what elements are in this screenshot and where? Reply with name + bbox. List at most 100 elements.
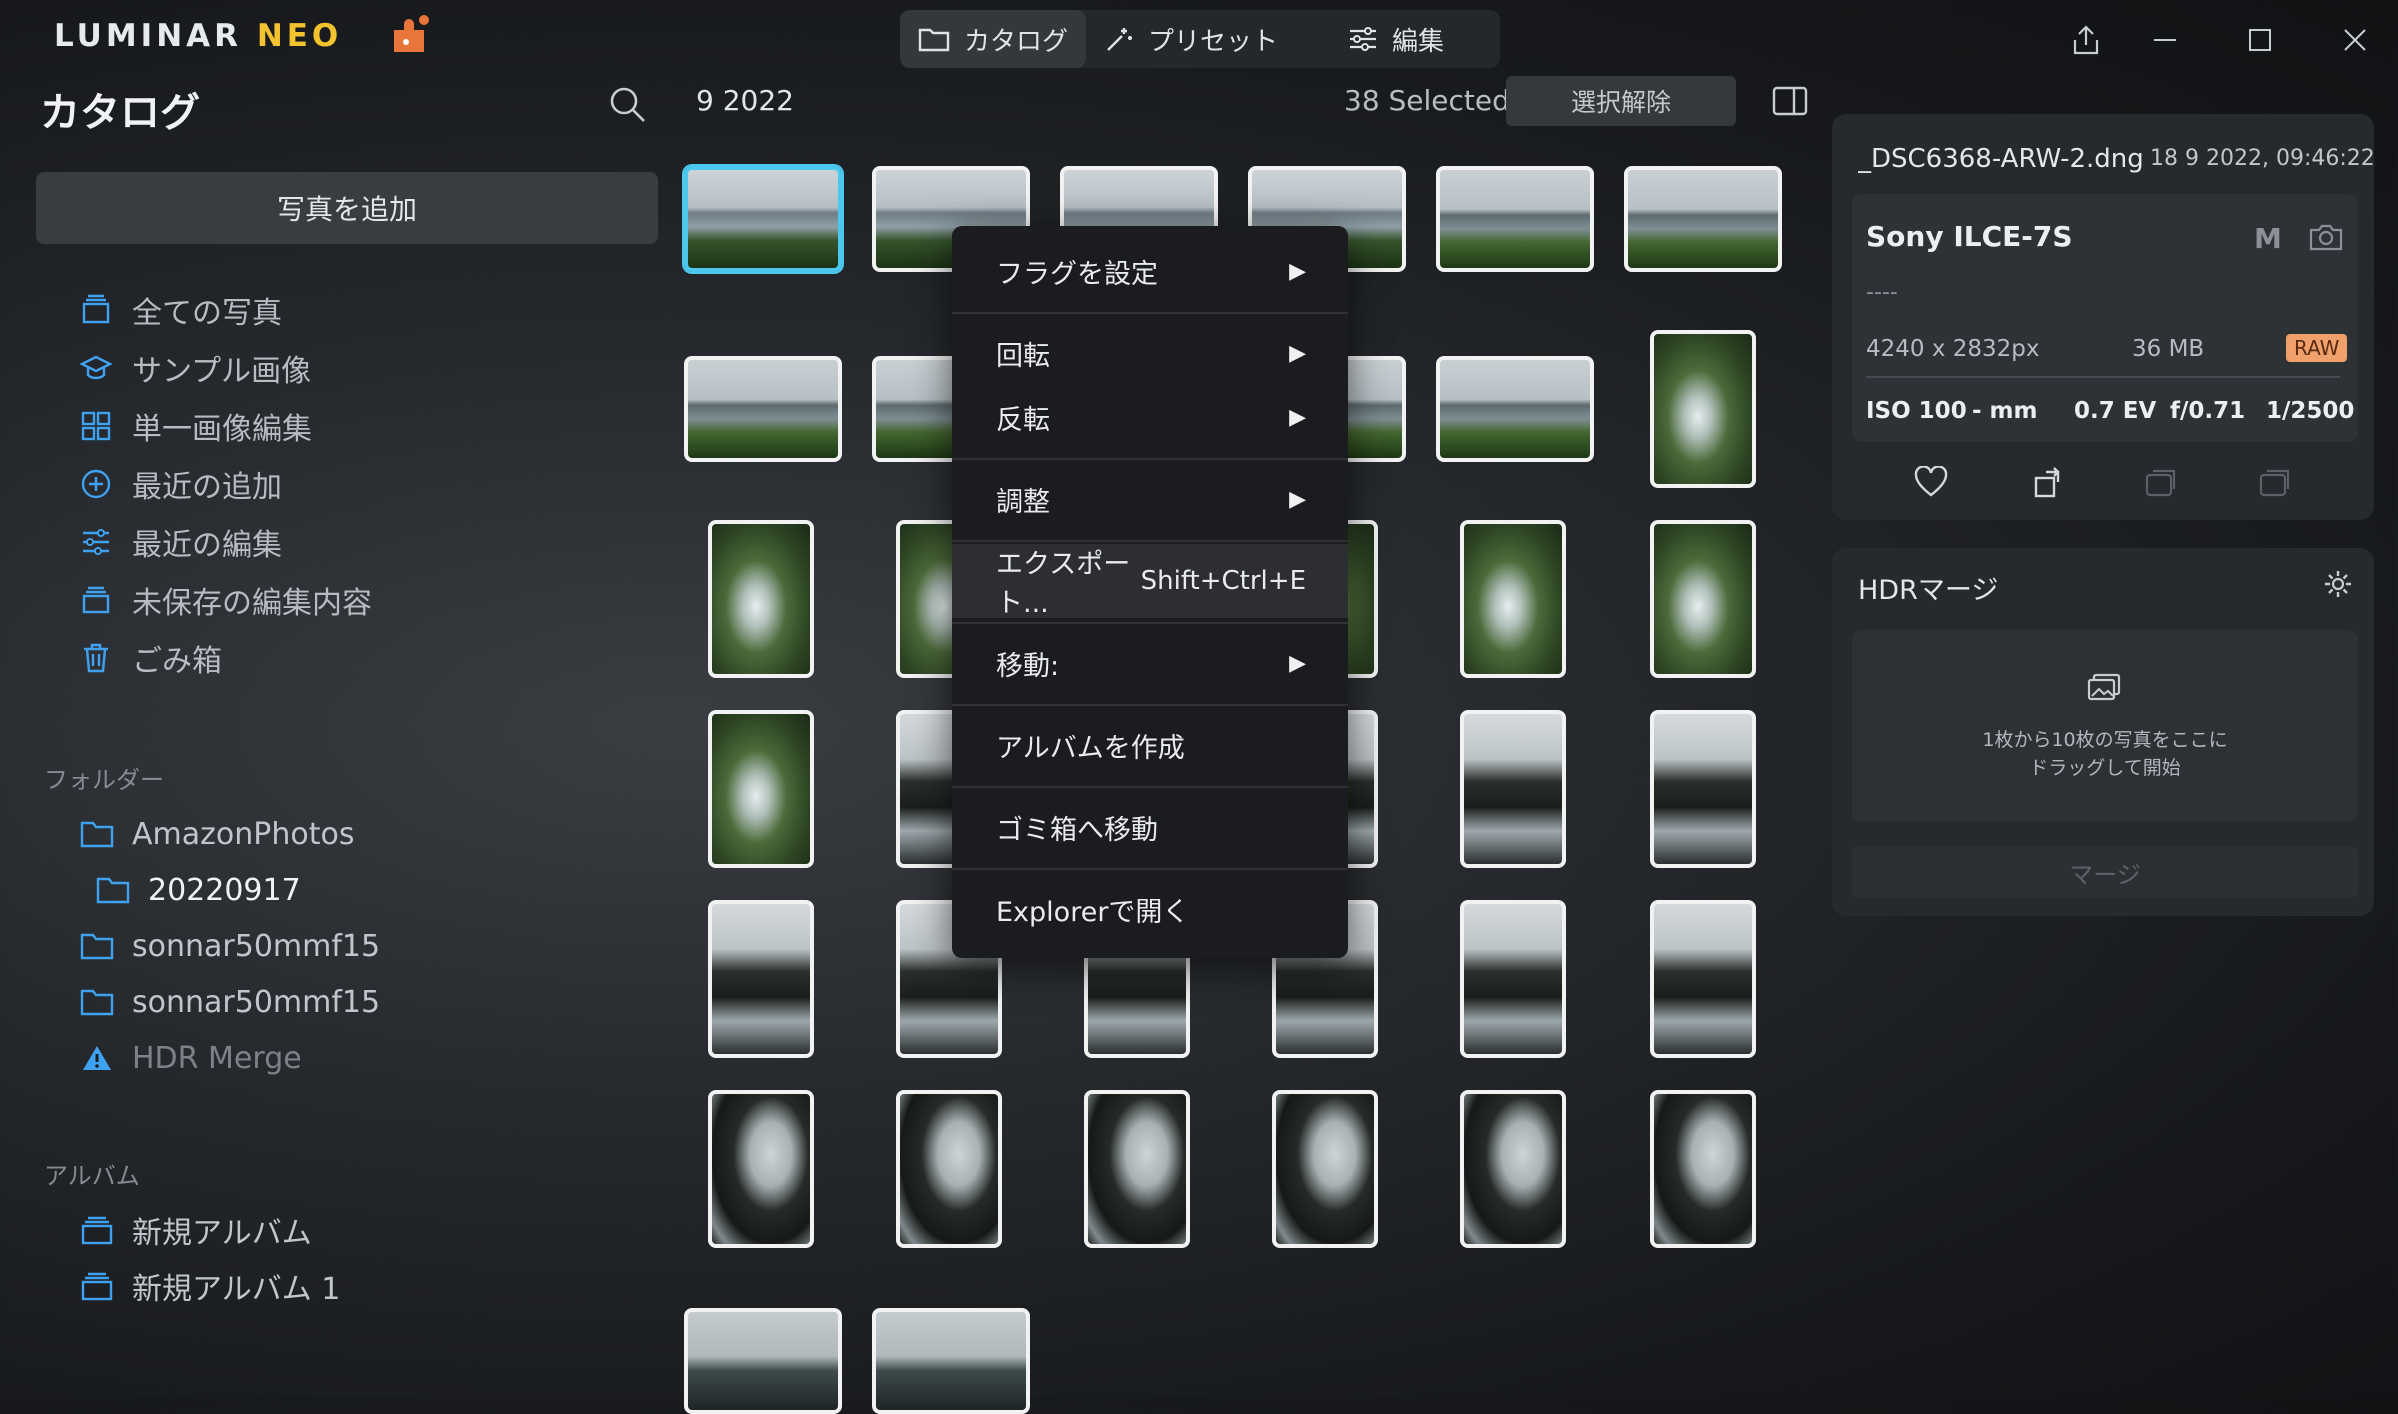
stack-prev-icon[interactable] [2144,466,2180,498]
thumbnail[interactable] [708,710,814,868]
raw-badge: RAW [2286,334,2348,362]
aperture: f/0.71 [2170,398,2246,424]
thumbnail[interactable] [1650,1090,1756,1248]
menu-item-export[interactable]: エクスポート... Shift+Ctrl+E [952,544,1348,619]
puzzle-icon[interactable] [384,12,434,58]
folder-icon [80,821,114,848]
menu-item-open-in-explorer[interactable]: Explorerで開く [952,872,1348,946]
minimize-button[interactable] [2145,20,2185,60]
folders-heading: フォルダー [44,766,164,794]
close-button[interactable] [2335,20,2375,60]
folder-icon [918,28,950,52]
folder-item-amazonphotos[interactable]: AmazonPhotos [80,812,354,856]
tab-presets[interactable]: プリセット [1086,10,1296,68]
maximize-button[interactable] [2240,20,2280,60]
sidebar-item-single-edit[interactable]: 単一画像編集 [80,404,312,448]
share-icon[interactable] [2066,20,2106,60]
sidebar-item-all-photos[interactable]: 全ての写真 [80,288,282,332]
rotate-icon[interactable] [2032,464,2068,500]
submenu-arrow-icon: ▶ [1289,404,1306,430]
thumbnail[interactable] [896,1090,1002,1248]
thumbnail[interactable] [1650,520,1756,678]
menu-item-adjust[interactable]: 調整 ▶ [952,462,1348,536]
folder-item-sonnar50mmf15-2[interactable]: sonnar50mmf15 [80,980,380,1024]
exposure-compensation: 0.7 EV [2074,398,2157,424]
thumbnail[interactable] [684,166,842,272]
thumbnail[interactable] [1460,710,1566,868]
thumbnail[interactable] [1436,166,1594,272]
magic-wand-icon [1107,28,1132,51]
deselect-button[interactable]: 選択解除 [1506,76,1736,126]
all-photos-icon [82,294,110,324]
folder-item-sonnar50mmf15[interactable]: sonnar50mmf15 [80,924,380,968]
thumbnail[interactable] [684,356,842,462]
file-name: _DSC6368-ARW-2.dng [1858,144,2144,174]
thumbnail[interactable] [1460,900,1566,1058]
thumbnail[interactable] [708,900,814,1058]
menu-item-move[interactable]: 移動: ▶ [952,626,1348,700]
lens-info: ---- [1866,280,1898,305]
folder-icon [80,933,114,960]
thumbnail[interactable] [1084,1090,1190,1248]
stack-next-icon[interactable] [2258,466,2294,498]
thumbnail[interactable] [872,1308,1030,1414]
shutter-speed: 1/2500 [2266,398,2355,424]
thumbnail[interactable] [1460,520,1566,678]
folder-item-20220917[interactable]: 20220917 [96,868,301,912]
capture-datetime: 18 9 2022, 09:46:22 [2150,146,2375,171]
sidebar-item-recently-added[interactable]: 最近の追加 [80,462,282,506]
thumbnail[interactable] [1650,710,1756,868]
app-logo: LUMINAR NEO [54,18,343,54]
menu-divider [952,622,1348,624]
page-title: カタログ [40,90,200,136]
album-item-new[interactable]: 新規アルバム [80,1208,312,1252]
context-menu: フラグを設定 ▶ 回転 ▶ 反転 ▶ 調整 ▶ エクスポート... Shift+Ctrl+… [952,226,1348,958]
sliders-icon [83,529,109,555]
thumbnail[interactable] [1650,900,1756,1058]
sidebar-item-trash[interactable]: ごみ箱 [80,636,222,680]
gear-icon[interactable] [2322,568,2354,600]
resolution: 4240 x 2832px [1866,336,2040,362]
tab-edit[interactable]: 編集 [1296,10,1496,68]
thumbnail[interactable] [1272,1090,1378,1248]
menu-divider [952,458,1348,460]
album-icon [81,1272,113,1301]
search-icon[interactable] [607,84,647,124]
thumbnail[interactable] [708,1090,814,1248]
album-item-new-1[interactable]: 新規アルバム 1 [80,1264,340,1308]
submenu-arrow-icon: ▶ [1289,650,1306,676]
thumbnail[interactable] [684,1308,842,1414]
selection-count: 38 Selected [1344,84,1510,117]
thumbnail[interactable] [1624,166,1782,272]
menu-divider [952,312,1348,314]
thumbnail[interactable] [1436,356,1594,462]
menu-divider [952,786,1348,788]
merge-button[interactable]: マージ [1852,846,2358,898]
menu-item-move-to-trash[interactable]: ゴミ箱へ移動 [952,790,1348,864]
grid-icon [81,411,111,441]
menu-item-create-album[interactable]: アルバムを作成 [952,708,1348,782]
sidebar-item-recently-edited[interactable]: 最近の編集 [80,520,282,564]
album-icon [81,1216,113,1245]
submenu-arrow-icon: ▶ [1289,340,1306,366]
panel-toggle-icon[interactable] [1772,86,1808,116]
menu-divider [952,704,1348,706]
sidebar-item-samples[interactable]: サンプル画像 [80,346,311,390]
menu-item-rotate[interactable]: 回転 ▶ [952,316,1348,390]
thumbnail[interactable] [1460,1090,1566,1248]
camera-model: Sony ILCE-7S [1866,220,2073,253]
menu-item-set-flag[interactable]: フラグを設定 ▶ [952,234,1348,308]
thumbnail[interactable] [1650,330,1756,488]
add-photo-button[interactable]: 写真を追加 [36,172,658,244]
camera-icon [2309,224,2343,251]
stack-icon [82,586,110,614]
sidebar-item-unsaved-edits[interactable]: 未保存の編集内容 [80,578,372,622]
iso-value: ISO 100 [1866,398,1967,424]
menu-item-flip[interactable]: 反転 ▶ [952,380,1348,454]
photos-icon [2087,673,2121,701]
heart-icon[interactable] [1914,466,1948,498]
folder-icon [96,877,130,904]
folder-item-hdr-merge[interactable]: HDR Merge [80,1036,302,1080]
tab-catalog[interactable]: カタログ [900,10,1086,68]
thumbnail[interactable] [708,520,814,678]
